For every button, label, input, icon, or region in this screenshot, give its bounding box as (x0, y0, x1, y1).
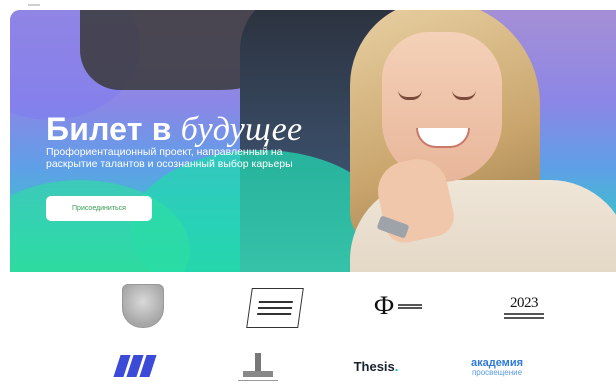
msu-logo[interactable] (238, 350, 278, 384)
thesis-logo-text: Thesis (353, 358, 395, 374)
hero-title-italic: будущее (180, 111, 303, 149)
hero-photo (310, 10, 616, 272)
year-logo-caption (504, 316, 544, 319)
national-projects-logo[interactable] (246, 284, 304, 332)
coat-of-arms-icon (122, 284, 164, 328)
akademia-line2: просвещение (471, 368, 523, 377)
hero-subtitle: Профориентационный проект, направленный … (46, 145, 293, 171)
hero-title-regular: Билет в (46, 111, 181, 148)
thesis-logo-dot: . (394, 358, 399, 374)
akademia-line1: академия (470, 357, 523, 369)
kvantorium-logo[interactable] (106, 352, 164, 382)
year-logo-number: 2023 (510, 294, 539, 311)
msu-building-icon (255, 352, 261, 371)
join-button[interactable]: Присоединиться (46, 196, 152, 221)
phi-caption (398, 303, 423, 310)
hero-banner: Билет в будущее Профориентационный проек… (10, 10, 616, 272)
year-of-teacher-logo[interactable]: 2023 (496, 282, 552, 332)
phi-logo[interactable]: Ф (368, 286, 428, 326)
prosveshchenie-academy-logo[interactable]: академия просвещение (462, 354, 532, 382)
year-logo-caption (504, 312, 544, 315)
thesis-logo[interactable]: Thesis. (346, 356, 406, 376)
kvantorium-icon (113, 355, 157, 377)
photo-face (382, 32, 502, 182)
top-bar-mark (28, 4, 40, 6)
ministry-emblem-logo[interactable] (115, 282, 171, 330)
partners-section: Ф 2023 Thesis. академия просвещение (10, 272, 616, 392)
hero-title: Билет в будущее (46, 111, 302, 149)
phi-icon: Ф (373, 291, 395, 320)
national-projects-icon (246, 288, 304, 328)
